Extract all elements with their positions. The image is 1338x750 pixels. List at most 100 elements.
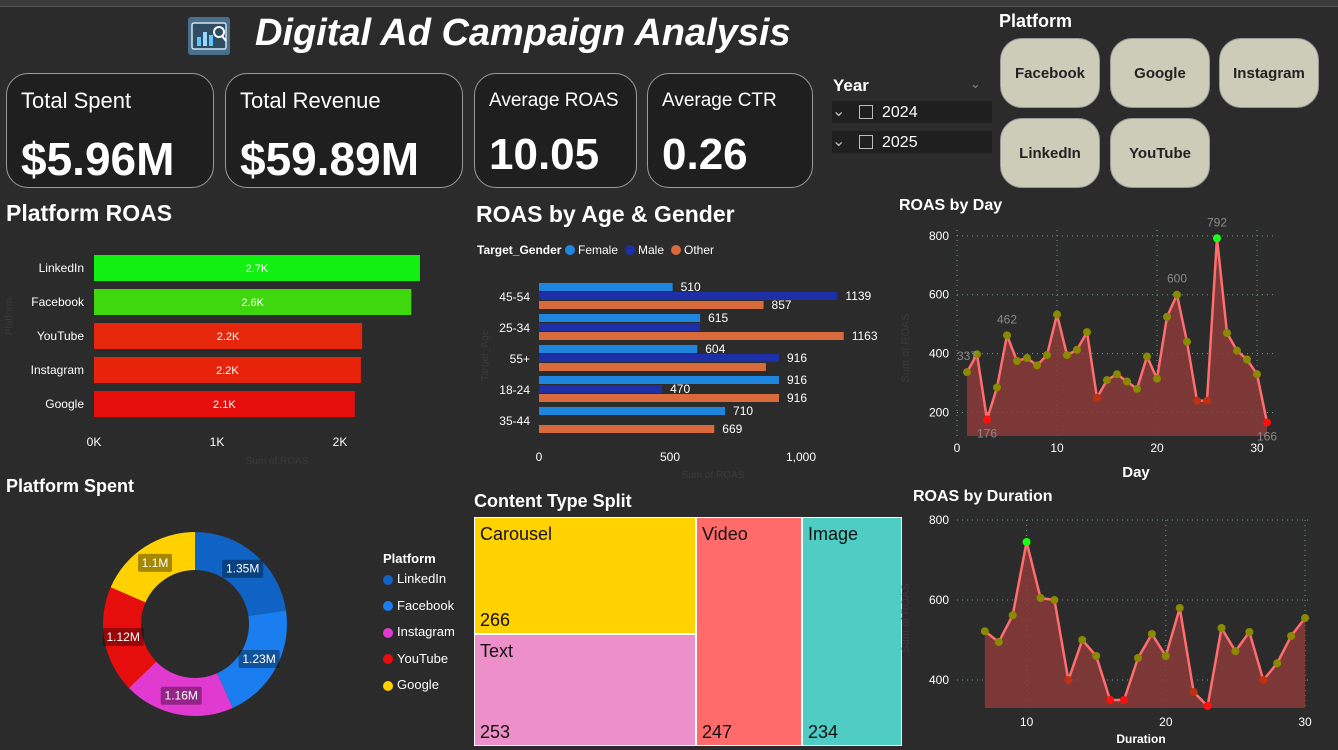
platform-button-youtube[interactable]: YouTube: [1110, 118, 1210, 188]
roas-by-day-xlabel: Day: [1122, 464, 1150, 481]
legend-dot-icon: [383, 654, 393, 665]
legend-item-facebook[interactable]: Facebook: [383, 598, 455, 625]
data-point: [1013, 356, 1021, 365]
platform-button-google[interactable]: Google: [1110, 38, 1210, 108]
data-point: [1217, 624, 1226, 632]
treemap-label: Carousel: [480, 524, 553, 544]
legend-title: Platform: [383, 551, 436, 566]
data-point: [1253, 370, 1261, 379]
kpi-value: $5.96M: [21, 133, 175, 185]
treemap-cell-carousel[interactable]: Carousel 266: [474, 517, 696, 634]
year-option-2024[interactable]: ⌄ 2024: [832, 101, 992, 123]
chevron-down-icon[interactable]: ⌄: [970, 76, 981, 92]
legend-label: Google: [397, 677, 439, 692]
platform-button-facebook[interactable]: Facebook: [1000, 38, 1100, 108]
legend-dot-icon: [565, 245, 575, 255]
donut-slice-label: 1.35M: [226, 562, 259, 576]
dashboard-title: Digital Ad Campaign Analysis: [255, 12, 791, 54]
treemap-value: 247: [702, 722, 733, 742]
platform-roas-tick: 0K: [87, 435, 102, 449]
y-tick-label: 800: [929, 513, 949, 527]
x-tick-label: 20: [1159, 715, 1173, 729]
age-gender-bar-value: 916: [787, 351, 807, 365]
roas-by-day-title: ROAS by Day: [899, 197, 1003, 214]
chevron-expand-icon[interactable]: ⌄: [832, 101, 845, 121]
treemap-label: Video: [702, 524, 748, 544]
donut-slice-label: 1.16M: [165, 689, 198, 703]
roas-bar-value: 2.2K: [217, 331, 240, 343]
age-gender-xlabel: Sum of ROAS: [682, 470, 745, 481]
platform-button-instagram[interactable]: Instagram: [1219, 38, 1319, 108]
platform-spent-donut: 1.35M 1.23M 1.16M 1.12M 1.1M: [102, 532, 287, 716]
treemap-cell-text[interactable]: Text 253: [474, 634, 696, 746]
age-category-label: 18-24: [499, 383, 530, 397]
data-point: [1073, 345, 1081, 354]
x-tick-label: 30: [1298, 715, 1312, 729]
legend-label: Facebook: [397, 597, 455, 613]
legend-item-instagram[interactable]: Instagram: [383, 624, 455, 651]
age-category-label: 35-44: [499, 414, 530, 428]
data-point: [1078, 636, 1087, 644]
age-gender-tick: 0: [536, 450, 543, 464]
legend-dot-icon: [383, 627, 393, 638]
roas-category-label: Facebook: [31, 295, 85, 309]
age-gender-bar-value: 710: [733, 404, 753, 418]
age-gender-bar-value: 615: [708, 311, 728, 325]
data-point: [1245, 628, 1254, 636]
x-tick-label: 0: [954, 441, 961, 455]
y-tick-label: 200: [929, 405, 949, 419]
legend-label: Other: [684, 243, 714, 257]
age-gender-bar: [539, 345, 698, 353]
age-gender-bar: [539, 323, 701, 331]
legend-item-google[interactable]: Google: [383, 677, 455, 704]
donut-slice-label: 1.23M: [242, 652, 275, 666]
y-tick-label: 400: [929, 673, 949, 687]
checkbox-2025[interactable]: [859, 135, 873, 149]
platform-roas-xlabel: Sum of ROAS: [246, 456, 309, 467]
legend-dot-icon: [625, 245, 635, 255]
data-point: [1113, 370, 1121, 379]
legend-dot-icon: [383, 601, 393, 612]
kpi-average-ctr: Average CTR 0.26: [647, 73, 813, 188]
kpi-value: $59.89M: [240, 133, 420, 185]
treemap-cell-video[interactable]: Video 247: [696, 517, 802, 746]
roas-bar-value: 2.2K: [216, 365, 239, 377]
y-tick-label: 400: [929, 347, 949, 361]
legend-label: Female: [578, 243, 618, 257]
checkbox-2024[interactable]: [859, 105, 873, 119]
point-label: 792: [1207, 218, 1227, 229]
data-point: [1003, 331, 1011, 340]
age-gender-bar: [539, 407, 726, 415]
age-category-label: 55+: [510, 352, 530, 366]
data-point: [1092, 652, 1101, 660]
platform-spent-legend: Platform LinkedIn Facebook Instagram You…: [383, 551, 455, 704]
age-gender-bar: [539, 376, 779, 384]
age-gender-bar-value: 857: [772, 298, 792, 312]
data-point: [1189, 688, 1198, 696]
donut-slice-label: 1.1M: [142, 556, 169, 570]
legend-item-linkedin[interactable]: LinkedIn: [383, 571, 455, 598]
age-gender-bar-value: 1139: [845, 289, 871, 303]
legend-label: Male: [638, 243, 664, 257]
treemap-cell-image[interactable]: Image 234: [802, 517, 902, 746]
platform-filter-title: Platform: [999, 11, 1073, 31]
ribbon-strip: [0, 0, 1338, 7]
data-point: [1175, 604, 1184, 612]
data-point: [983, 415, 991, 424]
chevron-expand-icon[interactable]: ⌄: [832, 131, 845, 151]
point-label: 600: [1167, 272, 1187, 286]
age-gender-tick: 500: [660, 450, 680, 464]
age-gender-bar: [539, 363, 766, 371]
legend-item-youtube[interactable]: YouTube: [383, 651, 455, 678]
age-gender-bar: [539, 283, 673, 291]
age-category-label: 25-34: [499, 321, 530, 335]
roas-by-duration-ylabel: Sum of ROAS: [900, 583, 912, 652]
platform-button-linkedin[interactable]: LinkedIn: [1000, 118, 1100, 188]
year-option-2025[interactable]: ⌄ 2025: [832, 131, 992, 153]
roas-category-label: YouTube: [37, 329, 84, 343]
data-point: [1203, 396, 1211, 405]
platform-roas-chart: Platform 0K 1K 2K Sum of ROAS LinkedIn 2.…: [4, 255, 420, 467]
point-label: 462: [997, 312, 1017, 326]
data-point: [1008, 611, 1017, 620]
kpi-label: Total Spent: [21, 88, 132, 113]
